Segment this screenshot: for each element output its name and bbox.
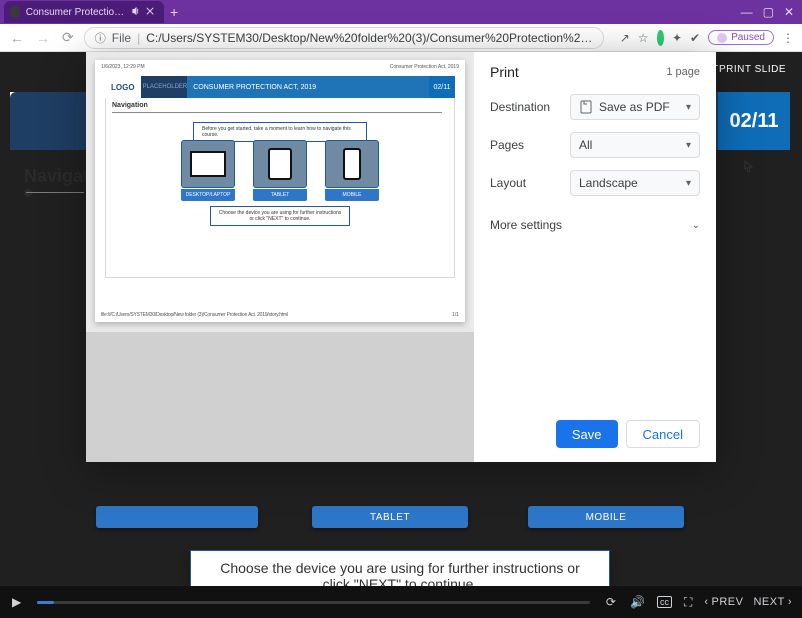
page-count: 1 page <box>666 66 700 78</box>
device-tablet-button[interactable]: TABLET <box>312 506 468 528</box>
browser-menu-icon[interactable]: ⋮ <box>782 31 794 45</box>
chevron-down-icon: ▾ <box>686 178 691 189</box>
tab-close-icon[interactable] <box>146 7 154 17</box>
progress-line <box>26 192 84 193</box>
preview-page: 1/6/2023, 12:29 PM Consumer Protection A… <box>95 60 465 322</box>
browser-toolbar: ← → ⟳ ⓘ File | C:/Users/SYSTEM30/Desktop… <box>0 24 802 52</box>
share-icon[interactable]: ↗ <box>620 31 630 45</box>
replay-button[interactable]: ⟳ <box>604 595 618 609</box>
info-icon[interactable]: ⓘ <box>95 30 106 46</box>
progress-track[interactable] <box>37 601 590 604</box>
more-settings-toggle[interactable]: More settings ⌄ <box>490 214 700 236</box>
device-desktop-button[interactable]: DESKTOP/LAPTOP <box>96 506 258 528</box>
volume-button[interactable]: 🔊 <box>628 595 647 609</box>
player-bar: ▶ ⟳ 🔊 cc ⛶ ‹PREV NEXT› <box>0 586 802 618</box>
window-maximize-icon[interactable]: ▢ <box>763 5 774 19</box>
print-dialog: 1/6/2023, 12:29 PM Consumer Protection A… <box>86 52 716 462</box>
chevron-down-icon: ▾ <box>686 102 691 113</box>
destination-label: Destination <box>490 100 570 114</box>
cancel-button[interactable]: Cancel <box>626 420 700 448</box>
print-slide-button[interactable]: PRINT SLIDE <box>719 64 786 75</box>
extensions-puzzle-icon[interactable]: ✦ <box>672 31 682 45</box>
new-tab-button[interactable]: + <box>170 4 178 20</box>
pages-select[interactable]: All ▾ <box>570 132 700 158</box>
next-button[interactable]: NEXT› <box>753 596 792 608</box>
forward-button[interactable]: → <box>34 30 52 46</box>
cursor-icon <box>740 160 754 181</box>
back-button[interactable]: ← <box>8 30 26 46</box>
progress-dot <box>24 189 32 197</box>
window-minimize-icon[interactable]: — <box>741 5 753 19</box>
extension-green-icon[interactable] <box>657 30 664 46</box>
prev-button[interactable]: ‹PREV <box>704 596 743 608</box>
save-button[interactable]: Save <box>556 420 618 448</box>
slide-counter: 02/11 <box>718 92 790 150</box>
profile-avatar-icon <box>717 33 727 43</box>
window-close-icon[interactable]: ✕ <box>784 5 794 19</box>
preview-doc-title: Consumer Protection Act, 2019 <box>390 64 459 70</box>
layout-select[interactable]: Landscape ▾ <box>570 170 700 196</box>
device-mobile-button[interactable]: MOBILE <box>528 506 684 528</box>
reload-button[interactable]: ⟳ <box>60 29 76 46</box>
browser-tab[interactable]: Consumer Protection Act, 2… <box>4 1 164 23</box>
url-scheme: File <box>112 31 131 45</box>
play-button[interactable]: ▶ <box>10 595 23 609</box>
bookmark-star-icon[interactable]: ☆ <box>638 31 649 45</box>
destination-select[interactable]: Save as PDF ▾ <box>570 94 700 120</box>
extension-check-icon[interactable]: ✔ <box>690 31 700 45</box>
tab-title: Consumer Protection Act, 2… <box>26 7 126 18</box>
audio-icon[interactable] <box>132 7 140 17</box>
chevron-down-icon: ▾ <box>686 140 691 151</box>
pages-label: Pages <box>490 138 570 152</box>
pdf-icon <box>579 100 593 114</box>
preview-timestamp: 1/6/2023, 12:29 PM <box>101 64 145 70</box>
preview-footer-path: file:///C:/Users/SYSTEM30/Desktop/New fo… <box>101 312 331 318</box>
profile-paused-pill[interactable]: Paused <box>708 30 774 45</box>
url-text: C:/Users/SYSTEM30/Desktop/New%20folder%2… <box>146 31 593 45</box>
preview-page-number: 1/1 <box>452 312 459 318</box>
tab-favicon <box>10 6 20 18</box>
layout-label: Layout <box>490 176 570 190</box>
window-titlebar: Consumer Protection Act, 2… + — ▢ ✕ <box>0 0 802 24</box>
print-settings-panel: Print 1 page Destination Save as PDF ▾ P… <box>474 52 716 462</box>
address-bar[interactable]: ⓘ File | C:/Users/SYSTEM30/Desktop/New%2… <box>84 27 604 49</box>
captions-button[interactable]: cc <box>657 596 672 608</box>
print-preview-pane: 1/6/2023, 12:29 PM Consumer Protection A… <box>86 52 474 462</box>
chevron-down-icon: ⌄ <box>692 220 700 231</box>
print-title: Print <box>490 64 519 80</box>
fullscreen-button[interactable]: ⛶ <box>682 595 694 610</box>
